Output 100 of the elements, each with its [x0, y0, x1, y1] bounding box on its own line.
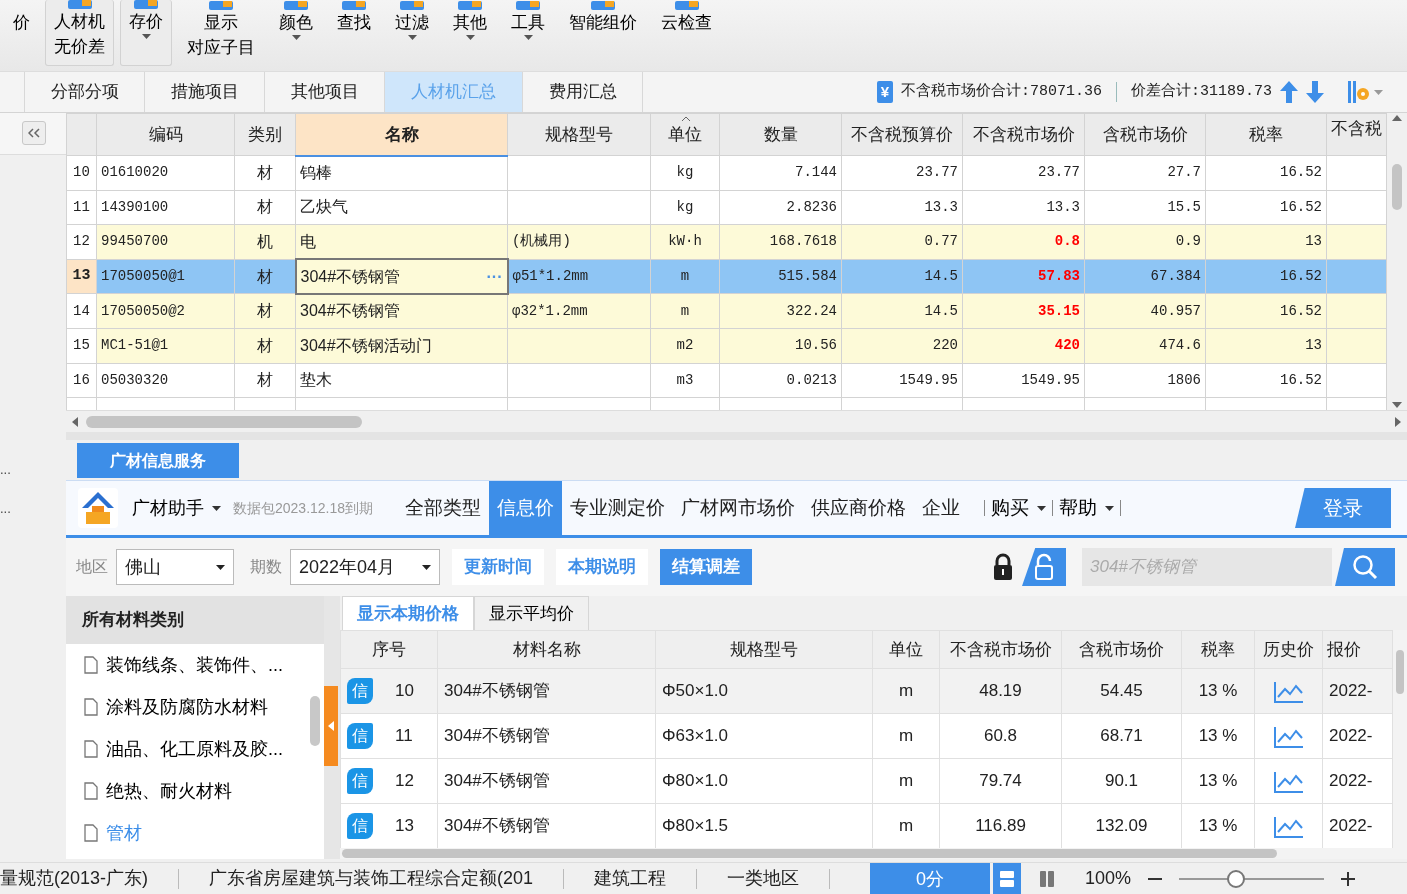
table-cell: 116.89: [975, 816, 1026, 836]
toolbar-button[interactable]: 显示 对应子目: [178, 0, 264, 66]
column-header[interactable]: 历史价: [1254, 630, 1323, 669]
category-item[interactable]: 油品、化工原料及胶...: [66, 728, 306, 770]
column-header[interactable]: 报价: [1322, 630, 1393, 669]
column-header[interactable]: 类别: [234, 113, 296, 156]
triangle-down-icon[interactable]: [1392, 402, 1402, 408]
menu-button[interactable]: 帮助: [1053, 493, 1121, 523]
column-header[interactable]: 序号: [340, 630, 438, 669]
table-cell: 17050050@1: [101, 268, 185, 285]
toolbar-button[interactable]: 存价: [120, 0, 172, 66]
line-chart-icon[interactable]: [1273, 725, 1304, 748]
search-button[interactable]: [1335, 548, 1395, 586]
tab[interactable]: 显示平均价: [474, 596, 589, 630]
collapse-handle[interactable]: [324, 686, 338, 766]
table-cell: 40.957: [1150, 302, 1201, 319]
region-select[interactable]: 佛山: [116, 549, 234, 585]
nav-tab[interactable]: 企业: [914, 481, 969, 535]
category-item[interactable]: 装饰线条、装饰件、...: [66, 644, 306, 686]
scrollbar[interactable]: [1396, 650, 1404, 694]
toolbar-button[interactable]: 颜色: [270, 0, 322, 66]
currency-badge: ¥: [876, 80, 893, 104]
search-field[interactable]: 304#不锈钢管: [1082, 548, 1332, 586]
toolbar-button[interactable]: 过滤: [386, 0, 438, 66]
scrollbar[interactable]: [72, 415, 1401, 428]
toolbar-button[interactable]: 价: [4, 0, 39, 66]
file-icon: [84, 698, 98, 716]
table-cell: 16.52: [1280, 198, 1322, 215]
period-label: 期数: [250, 557, 282, 577]
nav-tab[interactable]: 专业测定价: [562, 481, 674, 535]
toolbar-button[interactable]: 查找: [328, 0, 380, 66]
column-header[interactable]: 不含税市场价: [939, 630, 1062, 669]
tab[interactable]: 分部分项: [25, 72, 145, 112]
column-header[interactable]: 单位: [872, 630, 940, 669]
column-header[interactable]: 税率: [1205, 113, 1327, 156]
lock-icon[interactable]: [992, 553, 1014, 581]
column-header[interactable]: 数量: [719, 113, 842, 156]
column-header[interactable]: 名称: [295, 113, 508, 156]
toolbar-button[interactable]: 其他: [444, 0, 496, 66]
row-number: 11: [66, 190, 97, 225]
row-number: 14: [66, 293, 97, 329]
nav-tab[interactable]: 广材网市场价: [673, 481, 804, 535]
table-cell-text: 11: [395, 725, 413, 748]
table-cell: 垫木: [300, 371, 332, 389]
toolbar-button[interactable]: 工具: [502, 0, 554, 66]
tab[interactable]: 措施项目: [145, 72, 265, 112]
column-header[interactable]: 税率: [1181, 630, 1255, 669]
column-header[interactable]: 不含税市场价: [962, 113, 1085, 156]
table-cell: Φ63×1.0: [662, 726, 729, 746]
toolbar-button[interactable]: 云检查: [652, 0, 721, 66]
arrow-down-icon[interactable]: [1306, 81, 1324, 103]
scrollbar-thumb[interactable]: [86, 415, 362, 428]
nav-tab[interactable]: 全部类型: [397, 481, 490, 535]
triangle-right-icon[interactable]: [1395, 416, 1401, 427]
tile-icon: [399, 1, 425, 10]
scrollbar-thumb[interactable]: [1392, 163, 1402, 210]
tab[interactable]: 费用汇总: [523, 72, 643, 112]
table-cell: φ51*1.2mm: [512, 268, 589, 285]
file-icon: [84, 824, 98, 842]
column-header[interactable]: 材料名称: [437, 630, 656, 669]
period-select[interactable]: 2022年04月: [290, 549, 440, 585]
column-header[interactable]: 单位: [650, 113, 720, 156]
scrollbar[interactable]: [310, 696, 320, 746]
line-chart-icon[interactable]: [1273, 815, 1304, 838]
tile-icon: [515, 1, 541, 10]
line-chart-icon[interactable]: [1273, 770, 1304, 793]
menu-button[interactable]: 购买: [985, 493, 1053, 523]
collapse-button[interactable]: [22, 121, 46, 145]
arrow-up-icon[interactable]: [1280, 81, 1298, 103]
triangle-up-icon[interactable]: [1392, 115, 1402, 121]
table-cell: 304#不锈钢管: [444, 771, 550, 791]
line-chart-icon[interactable]: [1273, 680, 1304, 703]
column-header[interactable]: 不含税: [1326, 113, 1387, 156]
column-header[interactable]: 含税市场价: [1061, 630, 1182, 669]
table-cell: 23.77: [916, 164, 958, 181]
table-cell: 0.8: [1054, 233, 1080, 250]
caret-icon: [407, 35, 417, 40]
column-header[interactable]: 不含税预算价: [841, 113, 963, 156]
column-header[interactable]: 规格型号: [655, 630, 873, 669]
caret-icon: [523, 35, 533, 40]
brand-menu[interactable]: 广材助手: [126, 494, 227, 522]
column-header[interactable]: 规格型号: [507, 113, 651, 156]
tile-icon: [673, 1, 700, 10]
plus-icon[interactable]: [1340, 870, 1357, 887]
table-cell: Φ50×1.0: [662, 681, 729, 701]
unlock-button[interactable]: [1022, 548, 1066, 586]
file-icon: [84, 740, 98, 758]
category-item[interactable]: 涂料及防腐防水材料: [66, 686, 306, 728]
toolbar-button[interactable]: 人材机 无价差: [45, 0, 114, 66]
scrollbar[interactable]: [342, 849, 1277, 858]
column-header[interactable]: 含税市场价: [1084, 113, 1206, 156]
toolbar-button[interactable]: 智能组价: [560, 0, 646, 66]
info-badge: 信: [347, 813, 373, 839]
table-cell: 13.3: [924, 198, 958, 215]
view-toggle[interactable]: [993, 862, 1022, 894]
triangle-left-icon[interactable]: [72, 416, 78, 427]
nav-tab[interactable]: 供应商价格: [803, 481, 915, 535]
scrollbar[interactable]: [1392, 115, 1402, 408]
category-item[interactable]: 绝热、耐火材料: [66, 770, 306, 812]
column-header[interactable]: 编码: [96, 113, 235, 156]
